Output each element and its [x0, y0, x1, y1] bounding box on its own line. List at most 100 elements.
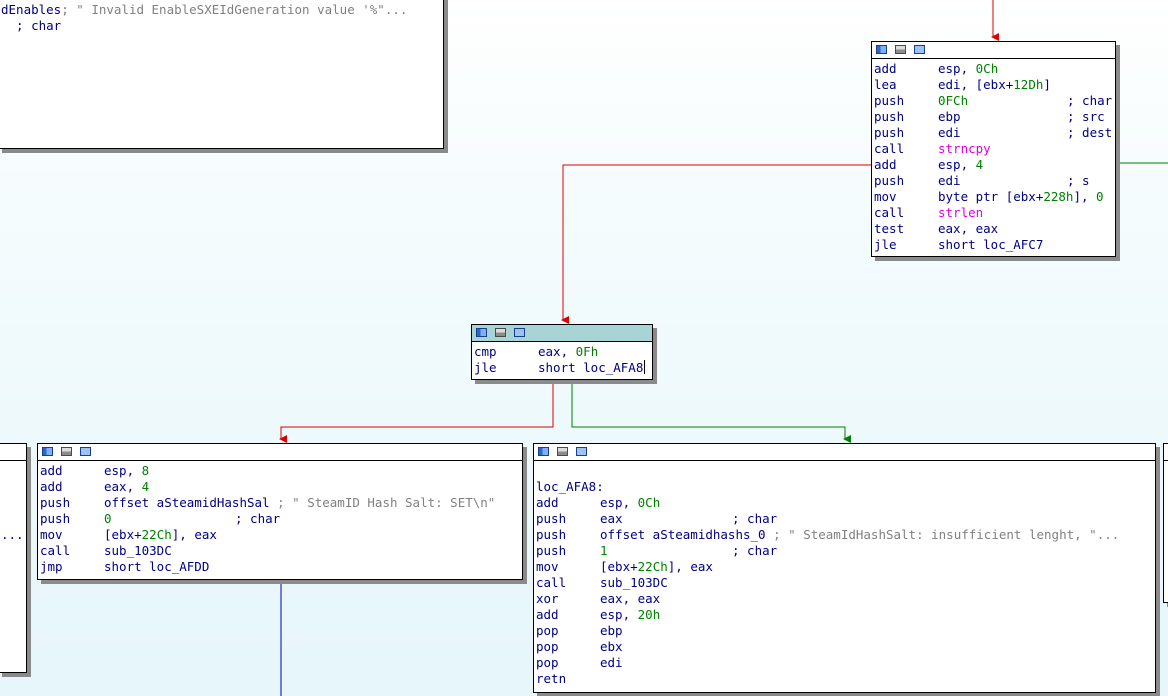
operand: 22Ch	[637, 559, 668, 574]
mnemonic: cmp	[474, 344, 497, 359]
operand: ebp	[600, 623, 623, 638]
asm-line[interactable]: push ebp ; src	[874, 109, 1115, 125]
text-view-icon[interactable]	[557, 447, 568, 456]
asm-line[interactable]: add esp, 8	[40, 463, 522, 479]
asm-line[interactable]: push offset aSteamidhashs_0 ; " SteamIdHa…	[536, 527, 1155, 543]
asm-line[interactable]: push edi ; s	[874, 173, 1115, 189]
asm-line[interactable]: test eax, eax	[874, 221, 1115, 237]
window-icon[interactable]	[514, 328, 525, 337]
asm-line[interactable]: add esp, 0Ch	[536, 495, 1155, 511]
operand: edi	[600, 655, 623, 670]
asm-line[interactable]: retn	[536, 671, 1155, 687]
asm-line[interactable]: pop edi	[536, 655, 1155, 671]
graph-icon[interactable]	[538, 447, 549, 456]
asm-line[interactable]: cmp eax, 0Fh	[474, 344, 652, 360]
operand: short loc_AFC7	[938, 237, 1044, 252]
comment: ; " SteamID Hash Salt: SET\n"	[277, 495, 496, 510]
node-middle[interactable]: cmp eax, 0Fh jle short loc_AFA8	[471, 324, 653, 380]
asm-line[interactable]: call sub_103DC	[536, 575, 1155, 591]
mnemonic: add	[40, 479, 63, 494]
operand: eax	[600, 511, 623, 526]
asm-line[interactable]	[1, 511, 26, 527]
graph-icon[interactable]	[876, 45, 887, 54]
operand: 1	[600, 543, 608, 558]
operand: 4	[141, 479, 150, 494]
mnemonic: test	[874, 221, 905, 236]
mnemonic: jle	[874, 237, 897, 252]
asm-line[interactable]: loc_AFA8:	[536, 479, 1155, 495]
asm-line[interactable]	[1, 463, 26, 479]
comment: ; " SteamIdHashSalt: insufficient lenght…	[773, 527, 1120, 542]
asm-line[interactable]: lea edi, [ebx+12Dh]	[874, 77, 1115, 93]
asm-line[interactable]	[1, 479, 26, 495]
graph-icon[interactable]	[476, 328, 487, 337]
mnemonic: push	[536, 543, 567, 558]
node-right-partial[interactable]	[1163, 443, 1168, 603]
asm-line[interactable]: ...	[1, 527, 26, 543]
operand: offset aSteamidhashs_0	[600, 527, 774, 542]
asm-line[interactable]: call sub_103DC	[40, 543, 522, 559]
asm-line[interactable]: push eax ; char	[536, 511, 1155, 527]
mnemonic: call	[536, 575, 567, 590]
asm-line[interactable]: push 0FCh ; char	[874, 93, 1115, 109]
operand: 0	[1096, 189, 1104, 204]
node-top-left[interactable]: dEnables; " Invalid EnableSXEIdGeneratio…	[0, 0, 444, 149]
asm-line[interactable]: call strlen	[874, 205, 1115, 221]
operand: ],	[1073, 189, 1097, 204]
operand: ]	[1043, 77, 1051, 92]
node-left-partial[interactable]: ...	[0, 443, 27, 673]
asm-line[interactable]: call strncpy	[874, 141, 1115, 157]
asm-line[interactable]: jmp short loc_AFDD	[40, 559, 522, 575]
asm-line[interactable]: add esp, 4	[874, 157, 1115, 173]
mnemonic: retn	[536, 671, 567, 686]
operand: strlen	[938, 205, 984, 220]
operand: edi	[938, 125, 961, 140]
asm-line[interactable]: pop ebx	[536, 639, 1155, 655]
mnemonic: push	[536, 511, 567, 526]
window-icon[interactable]	[576, 447, 587, 456]
asm-line[interactable]	[1, 495, 26, 511]
asm-line[interactable]: push 1 ; char	[536, 543, 1155, 559]
comment: ; char	[732, 543, 778, 558]
comment: ; s	[1067, 173, 1090, 188]
comment: ; char	[1067, 93, 1113, 108]
node-top-right[interactable]: add esp, 0Ch lea edi, [ebx+12Dh] push 0FCh ; c…	[871, 41, 1116, 257]
text-view-icon[interactable]	[61, 447, 72, 456]
asm-line[interactable]: mov [ebx+22Ch], eax	[536, 559, 1155, 575]
operand: esp,	[600, 607, 638, 622]
operand: eax, eax	[938, 221, 999, 236]
asm-line[interactable]: pop ebp	[536, 623, 1155, 639]
asm-line[interactable]: add esp, 0Ch	[874, 61, 1115, 77]
mnemonic: push	[874, 173, 905, 188]
asm-line[interactable]: add eax, 4	[40, 479, 522, 495]
asm-line[interactable]: push edi ; dest	[874, 125, 1115, 141]
asm-line[interactable]: jle short loc_AFA8	[474, 360, 652, 376]
comment: ; src	[1067, 109, 1105, 124]
window-icon[interactable]	[914, 45, 925, 54]
operand: ], eax	[171, 527, 217, 542]
text-view-icon[interactable]	[495, 328, 506, 337]
node-bottom-right[interactable]: loc_AFA8: add esp, 0Ch push eax ; char push off…	[533, 443, 1156, 693]
asm-line[interactable]: mov byte ptr [ebx+228h], 0	[874, 189, 1115, 205]
asm-line[interactable]: push 0 ; char	[40, 511, 522, 527]
asm-line[interactable]: mov [ebx+22Ch], eax	[40, 527, 522, 543]
mnemonic: mov	[40, 527, 63, 542]
edge-middle-false	[279, 380, 554, 443]
node-bottom-left[interactable]: add esp, 8 add eax, 4 push offset aSteamidHas…	[37, 443, 523, 580]
asm-line[interactable]: dEnables; " Invalid EnableSXEIdGeneratio…	[1, 2, 443, 18]
operand: strncpy	[938, 141, 991, 156]
asm-line[interactable]	[536, 463, 1155, 479]
asm-line[interactable]: jle short loc_AFC7	[874, 237, 1115, 253]
asm-line[interactable]: add esp, 20h	[536, 607, 1155, 623]
asm-line[interactable]: push offset aSteamidHashSal ; " SteamID H…	[40, 495, 522, 511]
graph-icon[interactable]	[42, 447, 53, 456]
asm-line[interactable]: xor eax, eax	[536, 591, 1155, 607]
mnemonic: push	[40, 511, 71, 526]
mnemonic: ...	[1, 527, 24, 542]
asm-line[interactable]: ; char	[1, 18, 443, 34]
text-view-icon[interactable]	[895, 45, 906, 54]
mnemonic: add	[874, 61, 897, 76]
mnemonic: add	[536, 607, 559, 622]
node-header	[872, 42, 1115, 59]
window-icon[interactable]	[80, 447, 91, 456]
